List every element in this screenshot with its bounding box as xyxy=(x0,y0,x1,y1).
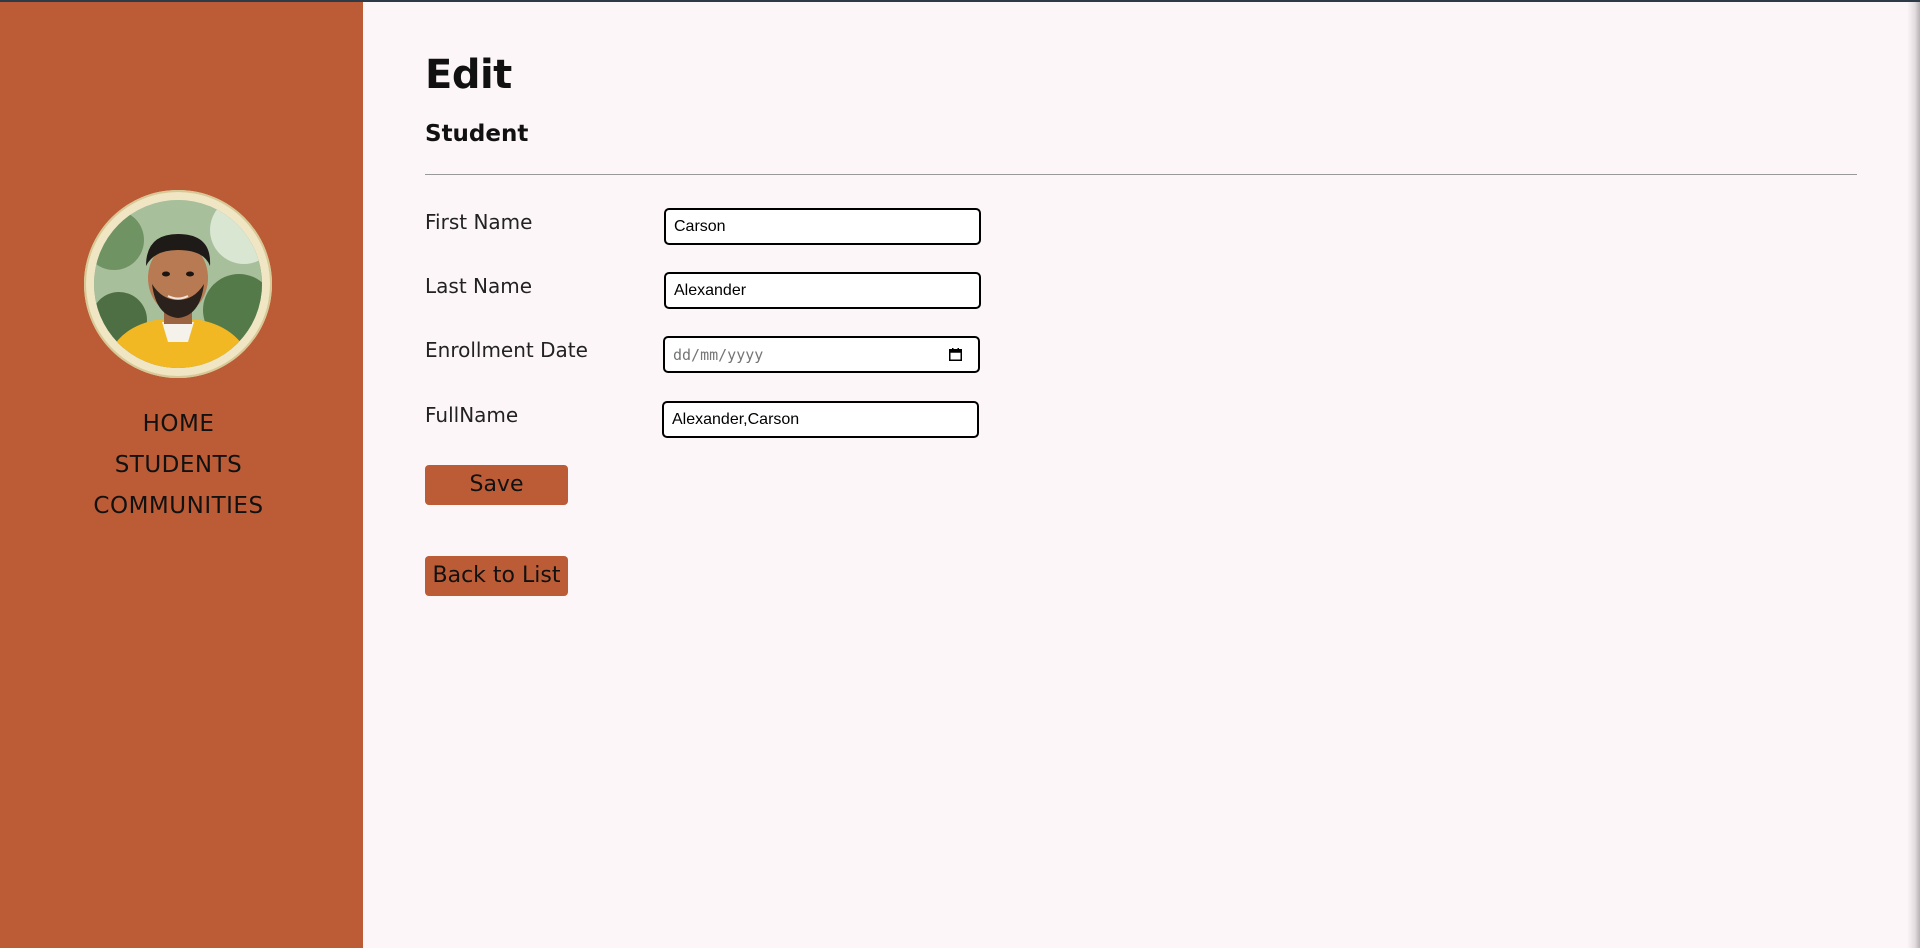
first-name-input[interactable] xyxy=(664,208,981,245)
full-name-label: FullName xyxy=(425,403,519,427)
divider xyxy=(425,174,1857,175)
calendar-icon[interactable] xyxy=(949,348,962,361)
page-subtitle: Student xyxy=(425,121,529,147)
full-name-row: FullName xyxy=(425,401,1025,441)
enrollment-date-row: Enrollment Date xyxy=(425,336,1025,376)
enrollment-date-label: Enrollment Date xyxy=(425,338,588,362)
first-name-label: First Name xyxy=(425,210,533,234)
page-title: Edit xyxy=(425,52,512,98)
save-button[interactable]: Save xyxy=(425,465,568,505)
enrollment-date-input[interactable] xyxy=(663,336,980,373)
last-name-input[interactable] xyxy=(664,272,981,309)
nav-communities-link[interactable]: COMMUNITIES xyxy=(0,486,357,527)
avatar-frame xyxy=(84,190,272,378)
full-name-input[interactable] xyxy=(662,401,979,438)
window-edge-shadow xyxy=(1907,2,1920,948)
avatar-image xyxy=(94,200,262,368)
sidebar-nav: HOME STUDENTS COMMUNITIES xyxy=(0,404,357,527)
nav-students-link[interactable]: STUDENTS xyxy=(0,445,357,486)
nav-home-link[interactable]: HOME xyxy=(0,404,357,445)
avatar xyxy=(94,200,262,368)
sidebar: HOME STUDENTS COMMUNITIES xyxy=(0,2,363,948)
last-name-label: Last Name xyxy=(425,274,533,298)
back-to-list-button[interactable]: Back to List xyxy=(425,556,568,596)
last-name-row: Last Name xyxy=(425,272,1025,312)
first-name-row: First Name xyxy=(425,208,1025,248)
